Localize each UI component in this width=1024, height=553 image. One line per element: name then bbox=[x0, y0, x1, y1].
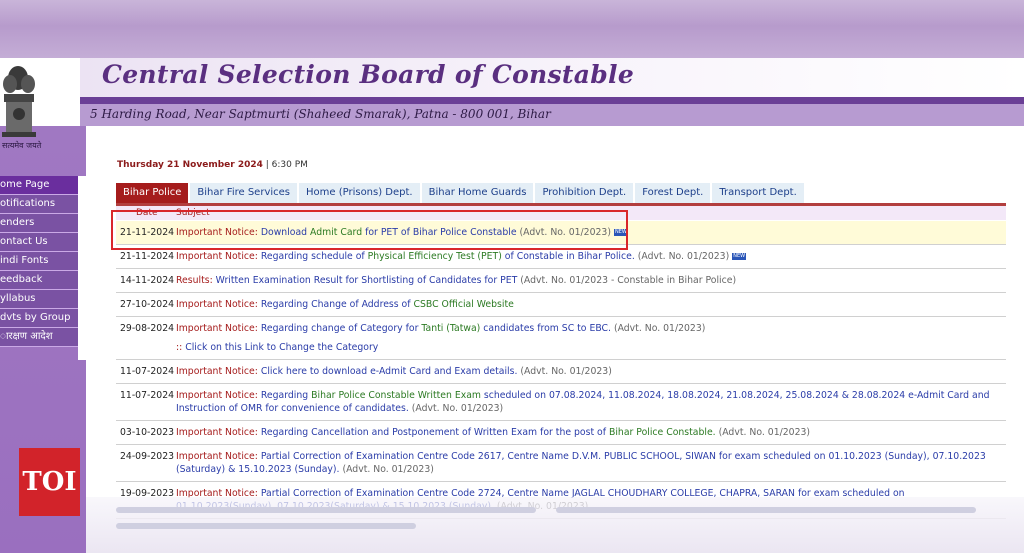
tab-bihar-fire-services[interactable]: Bihar Fire Services bbox=[190, 183, 297, 203]
notices-table: 21-11-2024 Important Notice: Download Adm… bbox=[116, 221, 1006, 519]
notice-link[interactable]: Bihar Police Constable. bbox=[609, 427, 716, 438]
notice-date: 29-08-2024 bbox=[120, 323, 175, 334]
notice-prefix: Important Notice: bbox=[176, 299, 258, 310]
national-emblem-icon bbox=[2, 66, 36, 137]
table-row: 11-07-2024 Important Notice: Regarding Bi… bbox=[116, 384, 1006, 421]
advt-number: (Advt. No. 01/2023) bbox=[520, 366, 612, 377]
notice-prefix: Important Notice: bbox=[176, 451, 258, 462]
sidebar-item-home[interactable]: ome Page bbox=[0, 176, 78, 195]
notice-link[interactable]: Regarding schedule of bbox=[261, 251, 368, 262]
blurred-text-line bbox=[116, 507, 536, 513]
advt-number: (Advt. No. 01/2023 - Constable in Bihar … bbox=[520, 275, 737, 286]
advt-number: (Advt. No. 01/2023) bbox=[342, 464, 434, 475]
tab-forest[interactable]: Forest Dept. bbox=[635, 183, 711, 203]
tab-home-prisons[interactable]: Home (Prisons) Dept. bbox=[299, 183, 420, 203]
notice-subject: Important Notice: Regarding schedule of … bbox=[176, 250, 1002, 263]
notice-date: 03-10-2023 bbox=[120, 427, 175, 438]
advt-number: (Advt. No. 01/2023) bbox=[637, 251, 730, 262]
site-title: Central Selection Board of Constable bbox=[102, 60, 635, 89]
table-row: 29-08-2024 Important Notice: Regarding ch… bbox=[116, 317, 1006, 360]
header-divider bbox=[80, 97, 1024, 104]
notice-prefix: Results: bbox=[176, 275, 213, 286]
notice-link[interactable]: Bihar Police Constable Written Exam bbox=[311, 390, 481, 401]
notice-link[interactable]: Regarding change of Category for bbox=[261, 323, 422, 334]
notice-date: 11-07-2024 bbox=[120, 366, 175, 377]
notice-subject: Important Notice: Regarding change of Ca… bbox=[176, 322, 1002, 335]
current-date: Thursday 21 November 2024 bbox=[117, 160, 263, 170]
address-text: 5 Harding Road, Near Saptmurti (Shaheed … bbox=[90, 107, 551, 121]
sidebar-nav: ome Page otifications enders ontact Us i… bbox=[0, 176, 86, 347]
blurred-text-line bbox=[116, 523, 416, 529]
sub-link-line: :: Click on this Link to Change the Cate… bbox=[176, 341, 1002, 354]
notice-prefix: Important Notice: bbox=[176, 366, 258, 377]
top-background-band bbox=[0, 0, 1024, 58]
sidebar-item-syllabus[interactable]: yllabus bbox=[0, 290, 78, 309]
sidebar-item-reservation-order[interactable]: ारक्षण आदेश bbox=[0, 328, 78, 347]
notice-date: 14-11-2024 bbox=[120, 275, 175, 286]
notice-link[interactable]: candidates from SC to EBC. bbox=[480, 323, 611, 334]
tab-bihar-police[interactable]: Bihar Police bbox=[116, 183, 189, 203]
table-row: 11-07-2024 Important Notice: Click here t… bbox=[116, 360, 1006, 384]
notice-link[interactable]: CSBC Official Website bbox=[413, 299, 513, 310]
notice-date: 24-09-2023 bbox=[120, 451, 175, 462]
notice-link[interactable]: Tanti (Tatwa) bbox=[421, 323, 480, 334]
notice-link[interactable]: of Constable in Bihar Police. bbox=[502, 251, 635, 262]
change-category-link[interactable]: Click on this Link to Change the Categor… bbox=[185, 342, 378, 353]
advt-number: (Advt. No. 01/2023) bbox=[411, 403, 504, 414]
notice-subject: Important Notice: Regarding Change of Ad… bbox=[176, 298, 1002, 311]
advt-number: (Advt. No. 01/2023) bbox=[718, 427, 811, 438]
sidebar-item-hindi-fonts[interactable]: indi Fonts bbox=[0, 252, 78, 271]
table-row: 14-11-2024 Results: Written Examination R… bbox=[116, 269, 1006, 293]
advt-number: (Advt. No. 01/2023) bbox=[613, 323, 706, 334]
tab-transport[interactable]: Transport Dept. bbox=[712, 183, 804, 203]
highlight-annotation-box bbox=[111, 210, 628, 250]
notice-subject: Important Notice: Regarding Cancellation… bbox=[176, 426, 1002, 439]
notice-date: 21-11-2024 bbox=[120, 251, 175, 262]
notice-link[interactable]: Regarding bbox=[261, 390, 311, 401]
blurred-footer bbox=[86, 497, 1024, 553]
notice-link[interactable]: Regarding Cancellation and Postponement … bbox=[261, 427, 609, 438]
notice-link[interactable]: Partial Correction of Examination Centre… bbox=[176, 451, 986, 475]
tab-bihar-home-guards[interactable]: Bihar Home Guards bbox=[421, 183, 534, 203]
sidebar-edge bbox=[78, 176, 86, 360]
notice-link[interactable]: Written Examination Result for Shortlist… bbox=[216, 275, 518, 286]
notice-link[interactable]: Regarding Change of Address of bbox=[261, 299, 414, 310]
current-datetime: Thursday 21 November 2024 | 6:30 PM bbox=[117, 160, 308, 170]
sidebar-item-advts-by-group[interactable]: dvts by Group bbox=[0, 309, 78, 328]
notice-subject: Results: Written Examination Result for … bbox=[176, 274, 1002, 287]
toi-watermark-logo: TOI bbox=[19, 448, 80, 516]
notice-link[interactable]: Physical Efficiency Test (PET) bbox=[368, 251, 502, 262]
emblem-caption: सत्यमेव जयते bbox=[2, 141, 42, 150]
table-row: 03-10-2023 Important Notice: Regarding Ca… bbox=[116, 421, 1006, 445]
current-time: 6:30 PM bbox=[271, 160, 308, 170]
sidebar-item-contact[interactable]: ontact Us bbox=[0, 233, 78, 252]
notice-prefix: Important Notice: bbox=[176, 323, 258, 334]
table-row: 24-09-2023 Important Notice: Partial Corr… bbox=[116, 445, 1006, 482]
notice-prefix: Important Notice: bbox=[176, 390, 258, 401]
sidebar-item-feedback[interactable]: eedback bbox=[0, 271, 78, 290]
sidebar-item-notifications[interactable]: otifications bbox=[0, 195, 78, 214]
notice-subject: Important Notice: Partial Correction of … bbox=[176, 450, 1002, 476]
department-tabs: Bihar Police Bihar Fire Services Home (P… bbox=[116, 183, 806, 203]
notice-prefix: Important Notice: bbox=[176, 251, 258, 262]
notice-date: 27-10-2024 bbox=[120, 299, 175, 310]
new-badge-icon: NEW bbox=[732, 253, 747, 260]
table-row: 27-10-2024 Important Notice: Regarding Ch… bbox=[116, 293, 1006, 317]
sub-link-marker: :: bbox=[176, 342, 183, 353]
notice-prefix: Important Notice: bbox=[176, 427, 258, 438]
notice-subject: Important Notice: Click here to download… bbox=[176, 365, 1002, 378]
notice-date: 11-07-2024 bbox=[120, 390, 175, 401]
tab-prohibition[interactable]: Prohibition Dept. bbox=[535, 183, 634, 203]
notice-link[interactable]: Click here to download e-Admit Card and … bbox=[261, 366, 518, 377]
blurred-text-line bbox=[556, 507, 976, 513]
sidebar-item-tenders[interactable]: enders bbox=[0, 214, 78, 233]
notice-subject: Important Notice: Regarding Bihar Police… bbox=[176, 389, 1002, 415]
